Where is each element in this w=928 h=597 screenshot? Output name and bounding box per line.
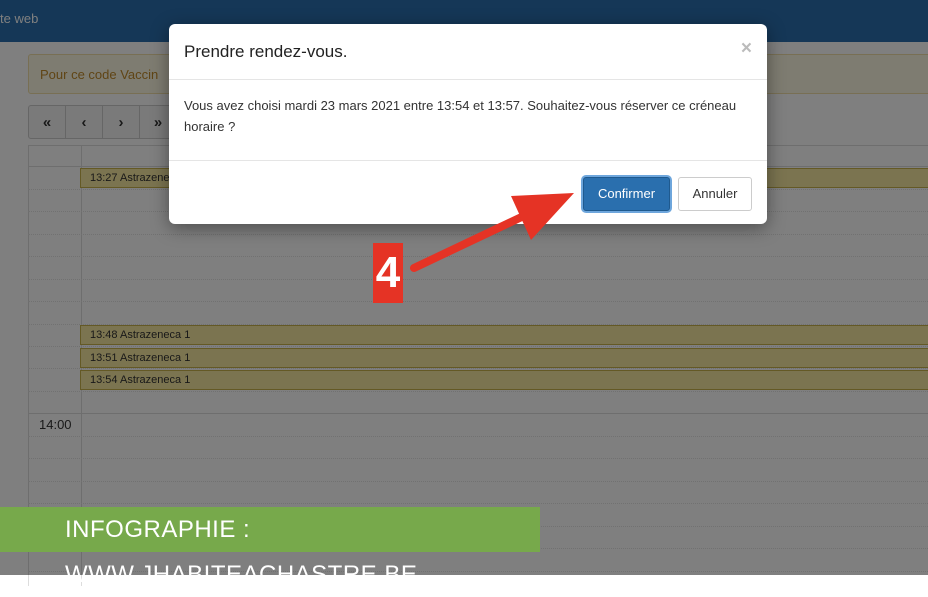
step-number-badge: 4 — [373, 243, 403, 303]
annotation-arrow-icon — [410, 193, 574, 272]
credit-banner: INFOGRAPHIE : WWW.JHABITEACHASTRE.BE — [0, 507, 540, 588]
